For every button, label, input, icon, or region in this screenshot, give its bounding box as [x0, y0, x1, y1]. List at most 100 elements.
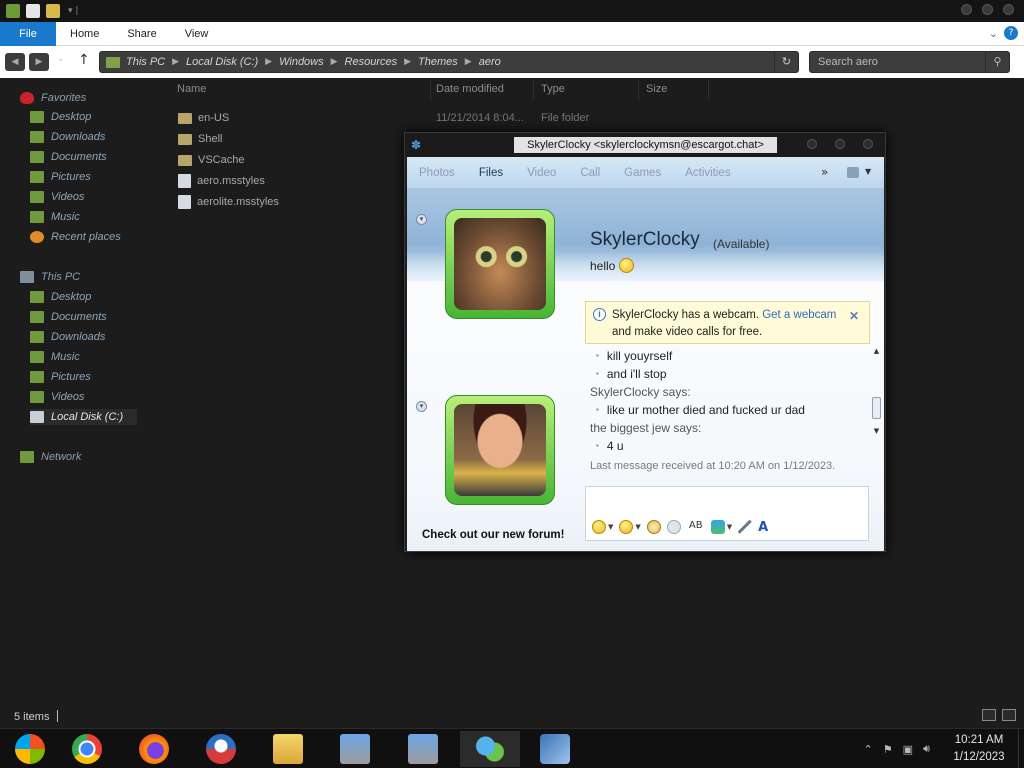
- expand-ribbon-icon[interactable]: ⌄: [989, 27, 998, 40]
- nav-pc-documents[interactable]: Documents: [30, 309, 107, 325]
- column-size[interactable]: Size: [646, 83, 667, 95]
- wink-icon[interactable]: [619, 520, 634, 534]
- messenger-title-bar[interactable]: ✽ SkylerClocky <skylerclockymsn@escargot…: [405, 133, 885, 157]
- toolbar-activities[interactable]: Activities: [685, 167, 730, 179]
- breadcrumb-windows[interactable]: Windows: [279, 56, 324, 68]
- toolbar-games[interactable]: Games: [624, 167, 661, 179]
- help-icon[interactable]: ?: [1004, 26, 1018, 40]
- text-color-icon[interactable]: A: [758, 520, 772, 535]
- nav-fav-documents[interactable]: Documents: [30, 149, 107, 165]
- nav-fav-recent[interactable]: Recent places: [30, 229, 121, 245]
- file-row[interactable]: Shell: [178, 130, 222, 148]
- nav-fav-music[interactable]: Music: [30, 209, 80, 225]
- forward-button[interactable]: ▶: [29, 53, 49, 71]
- messenger-maximize-button[interactable]: [835, 139, 845, 149]
- search-input[interactable]: Search aero ⚲: [809, 51, 1010, 73]
- nav-network[interactable]: Network: [20, 449, 81, 465]
- taskbar-setup-2[interactable]: [393, 731, 453, 767]
- column-date-modified[interactable]: Date modified: [436, 83, 504, 95]
- get-webcam-link[interactable]: Get a webcam: [762, 309, 836, 321]
- taskbar-chrome[interactable]: [57, 731, 117, 767]
- toolbar-photos[interactable]: Photos: [419, 167, 455, 179]
- breadcrumb-this-pc[interactable]: This PC: [126, 56, 165, 68]
- font-icon[interactable]: AB: [687, 520, 705, 534]
- breadcrumb-local-disk[interactable]: Local Disk (C:): [186, 56, 258, 68]
- toolbar-more[interactable]: »: [821, 165, 828, 179]
- breadcrumb-resources[interactable]: Resources: [345, 56, 398, 68]
- message-input[interactable]: ▼ ▼ AB ▼ A: [585, 486, 869, 541]
- toolbar-files[interactable]: Files: [479, 167, 503, 179]
- background-icon[interactable]: [710, 520, 725, 534]
- conversation-scrollbar[interactable]: ▲ ▼: [871, 347, 882, 437]
- taskbar-firefox[interactable]: [124, 731, 184, 767]
- show-hidden-icons[interactable]: ⌃: [864, 743, 873, 756]
- file-row[interactable]: en-US: [178, 109, 229, 127]
- tab-home[interactable]: Home: [56, 22, 113, 46]
- network-tray-icon[interactable]: ▣: [903, 743, 913, 756]
- block-contact-icon[interactable]: [847, 167, 859, 178]
- taskbar-clock[interactable]: 10:21 AM 1/12/2023: [940, 732, 1018, 766]
- toolbar-call[interactable]: Call: [580, 167, 600, 179]
- scroll-up-icon[interactable]: ▲: [871, 347, 882, 355]
- contact-avatar[interactable]: [445, 209, 555, 319]
- footer-ad-link[interactable]: Check out our new forum!: [422, 529, 564, 541]
- taskbar-messenger[interactable]: [460, 731, 520, 767]
- scroll-down-icon[interactable]: ▼: [871, 427, 882, 435]
- tab-view[interactable]: View: [171, 22, 223, 46]
- messenger-close-button[interactable]: [863, 139, 873, 149]
- menu-dropdown-icon[interactable]: ▼: [865, 167, 871, 176]
- nav-fav-pictures[interactable]: Pictures: [30, 169, 91, 185]
- customize-toolbar-icon[interactable]: ▾ |: [68, 6, 78, 16]
- nav-pc-local-disk[interactable]: Local Disk (C:): [30, 409, 138, 425]
- close-button[interactable]: [1003, 4, 1014, 15]
- action-center-flag-icon[interactable]: ⚑: [883, 743, 893, 756]
- emoticon-icon[interactable]: [592, 520, 606, 534]
- tab-share[interactable]: Share: [113, 22, 170, 46]
- new-folder-icon[interactable]: [46, 4, 60, 18]
- show-desktop-button[interactable]: [1018, 729, 1024, 768]
- collapse-contact-icon[interactable]: ▾: [416, 214, 427, 225]
- nav-this-pc[interactable]: This PC: [20, 269, 80, 285]
- nav-favorites[interactable]: Favorites: [20, 90, 86, 106]
- file-row[interactable]: aerolite.msstyles: [178, 193, 279, 211]
- nav-pc-music[interactable]: Music: [30, 349, 80, 365]
- start-button[interactable]: [0, 731, 60, 767]
- messenger-minimize-button[interactable]: [807, 139, 817, 149]
- voice-clip-icon[interactable]: [666, 520, 681, 534]
- breadcrumb-aero[interactable]: aero: [479, 56, 501, 68]
- tab-file[interactable]: File: [0, 21, 56, 46]
- taskbar-obama-app[interactable]: [191, 731, 251, 767]
- minimize-button[interactable]: [961, 4, 972, 15]
- volume-icon[interactable]: 🔊︎: [923, 742, 930, 756]
- file-row[interactable]: VSCache: [178, 151, 244, 169]
- nav-fav-desktop[interactable]: Desktop: [30, 109, 91, 125]
- large-icons-view-icon[interactable]: [1002, 709, 1016, 721]
- user-avatar[interactable]: [445, 395, 555, 505]
- scroll-thumb[interactable]: [872, 397, 881, 419]
- refresh-icon[interactable]: ↻: [774, 52, 798, 72]
- column-name[interactable]: Name: [177, 83, 206, 95]
- nudge-icon[interactable]: [646, 520, 661, 534]
- properties-icon[interactable]: [26, 4, 40, 18]
- taskbar-setup[interactable]: [325, 731, 385, 767]
- handwriting-icon[interactable]: [738, 520, 753, 534]
- nav-pc-videos[interactable]: Videos: [30, 389, 84, 405]
- back-button[interactable]: ◀: [5, 53, 25, 71]
- taskbar-file-explorer[interactable]: [258, 731, 318, 767]
- maximize-button[interactable]: [982, 4, 993, 15]
- nav-pc-downloads[interactable]: Downloads: [30, 329, 105, 345]
- file-row[interactable]: aero.msstyles: [178, 172, 265, 190]
- nav-pc-desktop[interactable]: Desktop: [30, 289, 91, 305]
- close-notice-icon[interactable]: ✕: [849, 308, 859, 325]
- search-icon[interactable]: ⚲: [985, 52, 1009, 72]
- nav-fav-downloads[interactable]: Downloads: [30, 129, 105, 145]
- address-bar[interactable]: This PC ▶ Local Disk (C:) ▶ Windows ▶ Resou…: [99, 51, 799, 73]
- details-view-icon[interactable]: [982, 709, 996, 721]
- column-type[interactable]: Type: [541, 83, 565, 95]
- nav-pc-pictures[interactable]: Pictures: [30, 369, 91, 385]
- collapse-self-icon[interactable]: ▾: [416, 401, 427, 412]
- up-arrow-icon[interactable]: ↑: [78, 52, 90, 68]
- toolbar-video[interactable]: Video: [527, 167, 556, 179]
- recent-locations-icon[interactable]: ⌄: [57, 54, 65, 64]
- breadcrumb-themes[interactable]: Themes: [418, 56, 458, 68]
